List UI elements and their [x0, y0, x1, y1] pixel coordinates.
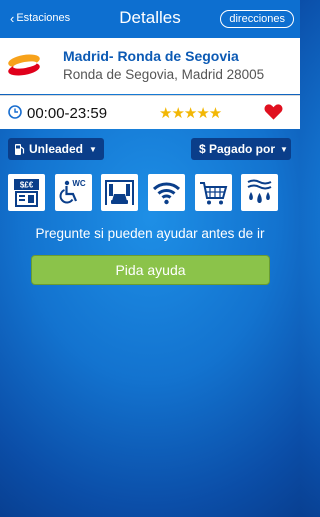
help-notice: Pregunte si pueden ayudar antes de ir	[35, 226, 265, 241]
accessible-wc-icon: WC	[59, 179, 86, 204]
amenity-atm[interactable]: $£€	[8, 174, 45, 211]
svg-text:WC: WC	[72, 179, 86, 188]
payment-dropdown[interactable]: $ Pagado por ▼	[191, 138, 291, 160]
amenity-wifi[interactable]	[148, 174, 185, 211]
nav-bar: ‹ Estaciones Detalles direcciones	[0, 0, 300, 38]
shopping-cart-icon	[200, 182, 228, 205]
amenity-water[interactable]	[241, 174, 278, 211]
amenity-car-wash[interactable]	[101, 174, 138, 211]
station-name: Madrid- Ronda de Segovia	[63, 48, 239, 64]
station-address: Ronda de Segovia, Madrid 28005	[63, 67, 265, 82]
fuel-pump-icon	[15, 143, 25, 155]
car-wash-icon	[105, 180, 134, 205]
repsol-logo-icon	[8, 54, 40, 76]
amenity-accessible-wc[interactable]: WC	[55, 174, 92, 211]
opening-hours: 00:00-23:59	[27, 105, 108, 122]
payment-label: $ Pagado por	[199, 142, 276, 156]
favorite-heart-icon[interactable]	[264, 103, 283, 121]
water-icon	[247, 179, 272, 203]
wifi-icon	[152, 182, 181, 205]
amenity-shop[interactable]	[195, 174, 232, 211]
caret-down-icon: ▼	[280, 144, 288, 154]
help-button[interactable]: Pida ayuda	[31, 255, 270, 285]
fuel-type-label: Unleaded	[29, 142, 84, 156]
directions-button[interactable]: direcciones	[220, 10, 294, 28]
station-header: Madrid- Ronda de Segovia Ronda de Segovi…	[0, 38, 300, 94]
info-row: 00:00-23:59 ★★★★★	[0, 95, 300, 129]
fuel-type-dropdown[interactable]: Unleaded ▼	[8, 138, 104, 160]
svg-text:$£€: $£€	[20, 181, 34, 190]
caret-down-icon: ▼	[89, 144, 97, 154]
rating-stars: ★★★★★	[159, 105, 222, 122]
atm-icon: $£€	[14, 179, 39, 207]
clock-icon	[8, 105, 22, 119]
